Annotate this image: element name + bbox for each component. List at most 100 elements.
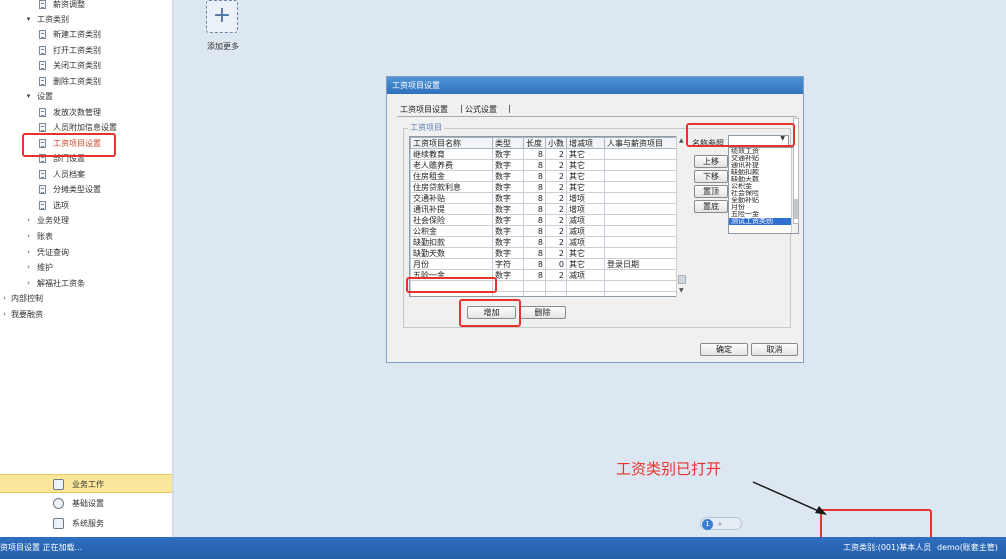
table-cell[interactable] bbox=[604, 214, 679, 226]
table-row[interactable]: 通讯补提 数字 8 2 增项 bbox=[410, 203, 679, 215]
table-row[interactable]: 社会保险 数字 8 2 减项 bbox=[410, 214, 679, 226]
table-cell[interactable] bbox=[604, 159, 679, 171]
table-cell[interactable] bbox=[492, 280, 524, 292]
table-cell[interactable]: 数字 bbox=[492, 247, 524, 259]
dropdown-option[interactable]: 全勤补贴 bbox=[729, 197, 798, 204]
table-cell[interactable] bbox=[604, 192, 679, 204]
module-business-work[interactable]: 业务工作 bbox=[0, 474, 172, 493]
table-row[interactable]: 交通补贴 数字 8 2 增项 bbox=[410, 192, 679, 204]
table-row[interactable]: 月份 字符 8 0 其它 登录日期 bbox=[410, 258, 679, 270]
table-cell[interactable]: 其它 bbox=[566, 170, 605, 182]
table-cell[interactable]: 8 bbox=[523, 181, 546, 193]
table-cell[interactable]: 8 bbox=[523, 269, 546, 281]
column-header[interactable]: 小数 bbox=[545, 137, 567, 149]
sidebar-group-payslip[interactable]: › 解福社工资条 bbox=[0, 276, 172, 291]
table-cell[interactable]: 其它 bbox=[566, 159, 605, 171]
table-cell[interactable]: 数字 bbox=[492, 170, 524, 182]
table-cell[interactable]: 其它 bbox=[566, 181, 605, 193]
table-cell[interactable]: 2 bbox=[545, 247, 567, 259]
add-more-button[interactable]: + bbox=[206, 0, 238, 33]
table-cell[interactable] bbox=[523, 291, 546, 296]
table-cell[interactable] bbox=[604, 269, 679, 281]
table-cell[interactable] bbox=[545, 280, 567, 292]
sidebar-item-salary-adjust[interactable]: 薪资调整 bbox=[0, 0, 172, 12]
table-cell[interactable]: 公积金 bbox=[410, 225, 493, 237]
table-cell[interactable]: 住房贷款利息 bbox=[410, 181, 493, 193]
page-current[interactable]: 1 bbox=[702, 519, 713, 530]
table-cell[interactable] bbox=[566, 291, 605, 296]
column-header[interactable]: 人事与薪资项目 bbox=[604, 137, 679, 149]
dropdown-option[interactable]: 测试工资类别 bbox=[729, 218, 798, 225]
grid-scrollbar[interactable]: ▲ ▼ bbox=[676, 136, 687, 297]
table-cell[interactable]: 2 bbox=[545, 214, 567, 226]
table-cell[interactable]: 老人赡养费 bbox=[410, 159, 493, 171]
tab-salary-item-settings[interactable]: 工资项目设置 bbox=[400, 104, 448, 115]
table-cell[interactable]: 缺勤扣款 bbox=[410, 236, 493, 248]
dropdown-option[interactable]: 交通补贴 bbox=[729, 155, 798, 162]
dropdown-option[interactable]: 缺勤天数 bbox=[729, 176, 798, 183]
column-header[interactable]: 工资项目名称 bbox=[410, 137, 493, 149]
sidebar-group-internal-control[interactable]: › 内部控制 bbox=[0, 291, 172, 306]
table-cell[interactable]: 8 bbox=[523, 159, 546, 171]
table-row[interactable]: 老人赡养费 数字 8 2 其它 bbox=[410, 159, 679, 171]
table-cell[interactable]: 减项 bbox=[566, 214, 605, 226]
table-cell[interactable] bbox=[604, 247, 679, 259]
sidebar-item-delete-category[interactable]: 删除工资类别 bbox=[0, 74, 172, 89]
table-cell[interactable]: 增项 bbox=[566, 203, 605, 215]
table-row[interactable]: 公积金 数字 8 2 减项 bbox=[410, 225, 679, 237]
sidebar-item-allocation-type[interactable]: 分摊类型设置 bbox=[0, 182, 172, 197]
sidebar-group-settings[interactable]: ▾ 设置 bbox=[0, 89, 172, 104]
table-cell[interactable]: 8 bbox=[523, 170, 546, 182]
sidebar-group-reports[interactable]: › 账表 bbox=[0, 229, 172, 244]
ok-button[interactable]: 确定 bbox=[700, 343, 748, 356]
table-cell[interactable] bbox=[604, 170, 679, 182]
module-system-service[interactable]: 系统服务 bbox=[0, 514, 172, 533]
table-cell[interactable]: 2 bbox=[545, 192, 567, 204]
sidebar-item-close-category[interactable]: 关闭工资类别 bbox=[0, 58, 172, 73]
table-cell[interactable]: 住房租金 bbox=[410, 170, 493, 182]
table-cell[interactable] bbox=[523, 280, 546, 292]
table-cell[interactable] bbox=[604, 181, 679, 193]
table-cell[interactable]: 8 bbox=[523, 214, 546, 226]
column-header[interactable]: 类型 bbox=[492, 137, 524, 149]
sidebar-group-salary-category[interactable]: ▾ 工资类别 bbox=[0, 12, 172, 27]
table-row[interactable]: 住房租金 数字 8 2 其它 bbox=[410, 170, 679, 182]
table-cell[interactable]: 继续教育 bbox=[410, 148, 493, 160]
table-cell[interactable] bbox=[566, 280, 605, 292]
table-cell[interactable]: 减项 bbox=[566, 269, 605, 281]
table-row[interactable]: 缺勤扣款 数字 8 2 减项 bbox=[410, 236, 679, 248]
table-cell[interactable]: 8 bbox=[523, 225, 546, 237]
table-cell[interactable]: 2 bbox=[545, 181, 567, 193]
dropdown-option[interactable]: 通讯补提 bbox=[729, 162, 798, 169]
table-cell[interactable]: 数字 bbox=[492, 236, 524, 248]
table-cell[interactable]: 登录日期 bbox=[604, 258, 679, 270]
move-to-bottom-button[interactable]: 置底 bbox=[694, 200, 728, 213]
delete-item-button[interactable]: 删除 bbox=[519, 306, 566, 319]
sidebar-item-personnel-file[interactable]: 人员档案 bbox=[0, 167, 172, 182]
table-cell[interactable]: 社会保险 bbox=[410, 214, 493, 226]
page-indicator[interactable]: 1 ⌕ bbox=[700, 517, 742, 530]
dropdown-option[interactable]: 月份 bbox=[729, 204, 798, 211]
table-cell[interactable] bbox=[604, 280, 679, 292]
table-cell[interactable]: 2 bbox=[545, 269, 567, 281]
table-cell[interactable] bbox=[604, 291, 679, 296]
scroll-up-icon[interactable]: ▲ bbox=[679, 137, 684, 144]
table-cell[interactable] bbox=[604, 203, 679, 215]
table-cell[interactable]: 数字 bbox=[492, 192, 524, 204]
dropdown-option[interactable]: 五险一金 bbox=[729, 211, 798, 218]
table-cell[interactable]: 月份 bbox=[410, 258, 493, 270]
table-row[interactable]: 住房贷款利息 数字 8 2 其它 bbox=[410, 181, 679, 193]
table-cell[interactable]: 8 bbox=[523, 236, 546, 248]
table-cell[interactable] bbox=[604, 236, 679, 248]
table-cell[interactable]: 0 bbox=[545, 258, 567, 270]
table-cell[interactable]: 8 bbox=[523, 148, 546, 160]
table-cell[interactable] bbox=[604, 225, 679, 237]
table-cell[interactable]: 2 bbox=[545, 159, 567, 171]
dropdown-option[interactable]: 公积金 bbox=[729, 183, 798, 190]
dropdown-option[interactable]: 绩效工资 bbox=[729, 148, 798, 155]
table-cell[interactable] bbox=[545, 291, 567, 296]
tab-formula-settings[interactable]: 公式设置 bbox=[465, 104, 497, 115]
table-cell[interactable] bbox=[492, 291, 524, 296]
table-cell[interactable]: 2 bbox=[545, 170, 567, 182]
table-cell[interactable]: 数字 bbox=[492, 269, 524, 281]
